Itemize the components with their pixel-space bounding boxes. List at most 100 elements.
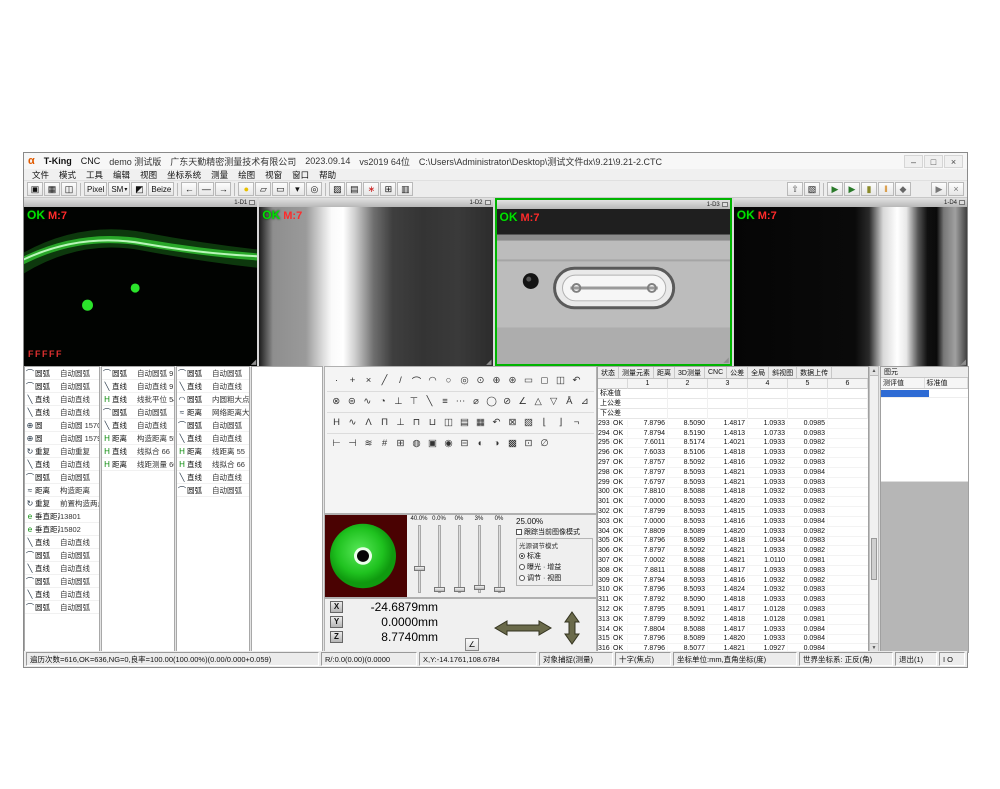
table-row[interactable]: 297OK7.87578.50921.48161.09320.0983	[598, 458, 868, 468]
tool-icon-r4-c10[interactable]: ◐	[473, 436, 488, 451]
resize-handle-icon[interactable]: ◢	[251, 358, 256, 366]
table-row[interactable]: 315OK7.87968.50891.48201.09330.0984	[598, 635, 868, 645]
camera-maximize-icon[interactable]	[485, 200, 491, 205]
menu-item-绘图[interactable]: 绘图	[233, 169, 260, 181]
light-slider-5[interactable]: 0%	[489, 516, 509, 596]
zoom-button[interactable]: ◎	[306, 182, 322, 196]
table-tab-斜视图[interactable]: 斜视图	[769, 367, 797, 378]
table-row[interactable]: 307OK7.00028.50881.48211.01100.0981	[598, 556, 868, 566]
tool-icon-r4-c5[interactable]: ⊞	[393, 436, 408, 451]
menu-item-帮助[interactable]: 帮助	[314, 169, 341, 181]
list-item[interactable]: ⌒圆弧自动圆弧	[25, 549, 99, 562]
tool-icon-r2-c17[interactable]: ⊿	[578, 394, 593, 409]
list-item[interactable]: ⊕圆自动圆 15702	[25, 419, 99, 432]
maximize-button[interactable]: □	[924, 155, 943, 168]
x-axis-icon[interactable]: X	[330, 601, 343, 613]
tool-icon-r4-c12[interactable]: ▩	[505, 436, 520, 451]
list-item[interactable]: ╲直线自动直线	[177, 471, 249, 484]
tool-icon-r4-c8[interactable]: ◉	[441, 436, 456, 451]
horizontal-jog-arrow-icon[interactable]	[494, 620, 552, 636]
light-preview[interactable]	[325, 515, 407, 597]
tool-icon-r4-c4[interactable]: #	[377, 436, 392, 451]
camera-view-4[interactable]: 1-D4 OK M:7 ◢	[734, 198, 967, 366]
tool-icon-r2-c12[interactable]: ⊘	[500, 394, 515, 409]
tool-icon-r4-c11[interactable]: ◑	[489, 436, 504, 451]
light-mode-option[interactable]: 标准	[519, 551, 590, 561]
slider-handle-icon[interactable]	[414, 566, 425, 571]
tool-icon-r1-c5[interactable]: /	[393, 373, 408, 388]
camera-4-image[interactable]: OK M:7 ◢	[734, 207, 967, 366]
tool-icon-r2-c9[interactable]: ⋯	[453, 394, 468, 409]
element-list-4[interactable]	[251, 366, 323, 653]
tool-icon-r1-c11[interactable]: ⊕	[489, 373, 504, 388]
list-item[interactable]: H直线线拟合 66	[102, 445, 174, 458]
tool-icon-r1-c15[interactable]: ◫	[553, 373, 568, 388]
tool-icon-r2-c1[interactable]: ⊗	[329, 394, 344, 409]
camera-maximize-icon[interactable]	[722, 202, 728, 207]
tool-icon-r4-c13[interactable]: ⊡	[521, 436, 536, 451]
star-button[interactable]: ∗	[363, 182, 379, 196]
tool-icon-r2-c13[interactable]: ∠	[515, 394, 530, 409]
list-item[interactable]: ╲直线自动直线	[177, 432, 249, 445]
table-row[interactable]: 306OK7.87978.50921.48211.09330.0982	[598, 546, 868, 556]
table-tab-3D测量[interactable]: 3D测量	[675, 367, 705, 378]
list-item[interactable]: ⌒圆弧自动圆弧 9	[102, 367, 174, 380]
measure-config-button[interactable]: ×	[948, 182, 964, 196]
table-tab-测量元素[interactable]: 测量元素	[619, 367, 654, 378]
tool-icon-r3-c6[interactable]: ⊓	[409, 415, 424, 430]
list-item[interactable]: ⌒圆弧自动圆弧	[177, 484, 249, 497]
list-item[interactable]: ⌒圆弧自动圆弧	[177, 367, 249, 380]
slider-track[interactable]	[498, 525, 501, 593]
light-slider-3[interactable]: 0%	[449, 516, 469, 596]
close-button[interactable]: ×	[944, 155, 963, 168]
slider-track[interactable]	[418, 525, 421, 593]
tool-icon-r3-c12[interactable]: ⊠	[505, 415, 520, 430]
tool-icon-r3-c7[interactable]: ⊔	[425, 415, 440, 430]
tool-icon-r2-c5[interactable]: ⊥	[391, 394, 406, 409]
table-row[interactable]: 300OK7.88108.50881.48181.09320.0983	[598, 488, 868, 498]
table-row[interactable]: 296OK7.60338.51061.48181.09330.0982	[598, 448, 868, 458]
tool-icon-r4-c3[interactable]: ≋	[361, 436, 376, 451]
tool-icon-r1-c8[interactable]: ○	[441, 373, 456, 388]
camera-2-header[interactable]: 1-D2	[259, 198, 492, 207]
tool-icon-r3-c15[interactable]: ⌋	[553, 415, 568, 430]
angle-tool-button[interactable]: ∠	[465, 638, 479, 651]
list-item[interactable]: ╲直线自动直线	[25, 406, 99, 419]
folder-button[interactable]: ▧	[804, 182, 820, 196]
export-button[interactable]: ⇧	[787, 182, 803, 196]
camera-3-image[interactable]: OK M:7 ◢	[497, 209, 730, 364]
slider-track[interactable]	[438, 525, 441, 593]
table-row[interactable]: 298OK7.87978.50931.48211.09330.0984	[598, 468, 868, 478]
list-item[interactable]: ⌒圆弧自动圆弧	[25, 471, 99, 484]
list-item[interactable]: ╲直线自动直线	[102, 419, 174, 432]
slider-handle-icon[interactable]	[434, 587, 445, 592]
slider-handle-icon[interactable]	[474, 585, 485, 590]
tool-icon-r3-c2[interactable]: ∿	[345, 415, 360, 430]
tool-icon-r1-c2[interactable]: +	[345, 373, 360, 388]
light-slider-4[interactable]: 3%	[469, 516, 489, 596]
list-item[interactable]: ◠圆弧内圆粗大点	[177, 393, 249, 406]
list-item[interactable]: ⌒圆弧自动圆弧	[25, 601, 99, 614]
table-tab-公差[interactable]: 公差	[727, 367, 748, 378]
tool-icon-r1-c13[interactable]: ▭	[521, 373, 536, 388]
list-item[interactable]: ↻重复自动重复	[25, 445, 99, 458]
list-item[interactable]: H距离线距离 55	[177, 445, 249, 458]
tool-icon-r2-c8[interactable]: ≡	[438, 394, 453, 409]
menu-item-工具[interactable]: 工具	[81, 169, 108, 181]
camera-2-image[interactable]: OK M:7 ◢	[259, 207, 492, 366]
table-row[interactable]: 301OK7.00008.50931.48201.09330.0982	[598, 497, 868, 507]
resize-handle-icon[interactable]: ◢	[486, 358, 491, 366]
table-row[interactable]: 313OK7.87998.50921.48181.01280.0981	[598, 615, 868, 625]
table-row[interactable]: 303OK7.00008.50931.48161.09330.0984	[598, 517, 868, 527]
list-item[interactable]: ↻重复前置构造两点	[25, 497, 99, 510]
tool-icon-r2-c6[interactable]: ⊤	[407, 394, 422, 409]
list-item[interactable]: ╲直线自动直线	[177, 380, 249, 393]
menu-item-视窗[interactable]: 视窗	[260, 169, 287, 181]
list-item[interactable]: ╲直线自动直线	[25, 393, 99, 406]
slider-track[interactable]	[458, 525, 461, 593]
tool-icon-r3-c1[interactable]: H	[329, 415, 344, 430]
tool-icon-r1-c3[interactable]: ×	[361, 373, 376, 388]
table-tab-距离[interactable]: 距离	[654, 367, 675, 378]
tool-icon-r3-c14[interactable]: ⌊	[537, 415, 552, 430]
list-item[interactable]: ⌒圆弧自动圆弧	[102, 406, 174, 419]
